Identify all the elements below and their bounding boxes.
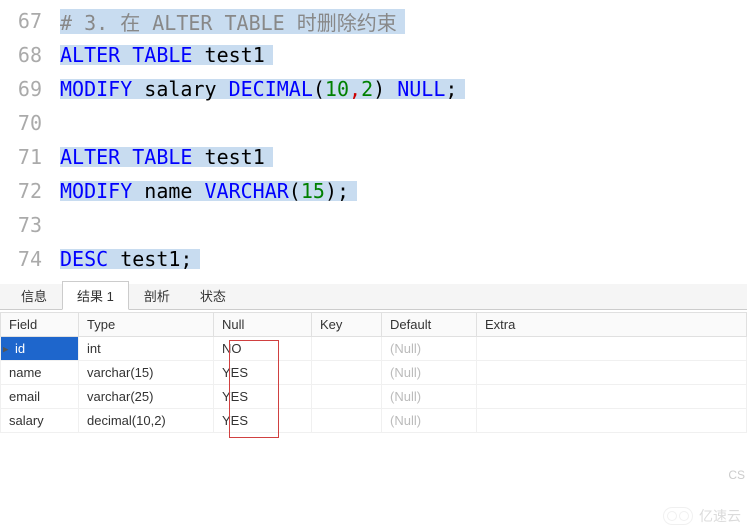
line-number: 70 (0, 111, 60, 135)
table-cell[interactable] (312, 385, 382, 409)
sql-editor[interactable]: 67# 3. 在 ALTER TABLE 时删除约束68ALTER TABLE … (0, 0, 747, 284)
table-row[interactable]: namevarchar(15)YES (Null) (1, 361, 747, 385)
table-cell[interactable]: (Null) (382, 385, 477, 409)
table-row[interactable]: ▸idintNO (Null) (1, 337, 747, 361)
table-cell[interactable]: int (79, 337, 214, 361)
table-cell[interactable]: decimal(10,2) (79, 409, 214, 433)
code-line[interactable]: 67# 3. 在 ALTER TABLE 时删除约束 (0, 4, 747, 38)
table-cell[interactable] (312, 409, 382, 433)
tab-信息[interactable]: 信息 (6, 281, 62, 309)
row-indicator-icon: ▸ (3, 342, 9, 355)
table-cell[interactable]: salary (1, 409, 79, 433)
table-cell[interactable]: YES (214, 409, 312, 433)
tab-状态[interactable]: 状态 (185, 281, 241, 309)
table-cell[interactable] (477, 337, 747, 361)
results-table[interactable]: FieldTypeNullKeyDefaultExtra ▸idintNO (Nu… (0, 312, 747, 433)
watermark-text: 亿速云 (699, 506, 741, 526)
line-number: 73 (0, 213, 60, 237)
table-row[interactable]: emailvarchar(25)YES (Null) (1, 385, 747, 409)
table-cell[interactable] (477, 409, 747, 433)
table-cell[interactable]: email (1, 385, 79, 409)
column-header[interactable]: Key (312, 313, 382, 337)
table-cell[interactable] (312, 361, 382, 385)
line-number: 72 (0, 179, 60, 203)
tab-剖析[interactable]: 剖析 (129, 281, 185, 309)
column-header[interactable]: Extra (477, 313, 747, 337)
table-cell[interactable] (477, 385, 747, 409)
table-cell[interactable]: ▸id (1, 337, 79, 361)
table-cell[interactable]: name (1, 361, 79, 385)
line-number: 68 (0, 43, 60, 67)
column-header[interactable]: Type (79, 313, 214, 337)
results-tabs: 信息结果 1剖析状态 (0, 284, 747, 310)
table-cell[interactable]: YES (214, 361, 312, 385)
line-number: 74 (0, 247, 60, 271)
code-line[interactable]: 68ALTER TABLE test1 (0, 38, 747, 72)
table-cell[interactable]: NO (214, 337, 312, 361)
code-line[interactable]: 73 (0, 208, 747, 242)
table-cell[interactable]: YES (214, 385, 312, 409)
table-cell[interactable] (312, 337, 382, 361)
table-cell[interactable]: varchar(25) (79, 385, 214, 409)
line-number: 71 (0, 145, 60, 169)
table-cell[interactable]: (Null) (382, 409, 477, 433)
table-cell[interactable]: (Null) (382, 361, 477, 385)
code-line[interactable]: 70 (0, 106, 747, 140)
code-line[interactable]: 69MODIFY salary DECIMAL(10,2) NULL; (0, 72, 747, 106)
line-number: 69 (0, 77, 60, 101)
column-header[interactable]: Null (214, 313, 312, 337)
table-cell[interactable]: varchar(15) (79, 361, 214, 385)
watermark-icon (663, 507, 693, 525)
column-header[interactable]: Field (1, 313, 79, 337)
table-row[interactable]: salarydecimal(10,2)YES (Null) (1, 409, 747, 433)
watermark: 亿速云 (663, 506, 741, 526)
table-cell[interactable] (477, 361, 747, 385)
code-line[interactable]: 72MODIFY name VARCHAR(15); (0, 174, 747, 208)
code-line[interactable]: 71ALTER TABLE test1 (0, 140, 747, 174)
table-cell[interactable]: (Null) (382, 337, 477, 361)
results-panel: FieldTypeNullKeyDefaultExtra ▸idintNO (Nu… (0, 312, 747, 433)
cs-label: CS (728, 468, 745, 482)
line-number: 67 (0, 9, 60, 33)
column-header[interactable]: Default (382, 313, 477, 337)
tab-结果1[interactable]: 结果 1 (62, 281, 129, 310)
code-line[interactable]: 74DESC test1; (0, 242, 747, 276)
